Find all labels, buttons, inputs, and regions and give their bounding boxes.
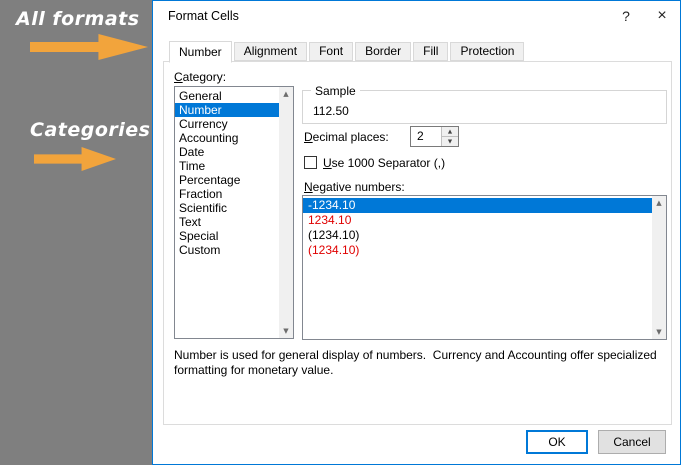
number-tab-page: Category: General Number Currency Accoun… bbox=[163, 61, 672, 425]
annotation-panel: All formats Categories bbox=[0, 0, 152, 465]
ok-button[interactable]: OK bbox=[526, 430, 588, 454]
tab-fill[interactable]: Fill bbox=[413, 42, 449, 61]
category-option-general[interactable]: General bbox=[175, 89, 279, 103]
category-option-currency[interactable]: Currency bbox=[175, 117, 279, 131]
use-1000-separator-label[interactable]: Use 1000 Separator (,) bbox=[323, 156, 445, 170]
titlebar[interactable]: Format Cells ? × bbox=[153, 1, 680, 31]
negative-numbers-listbox[interactable]: -1234.10 1234.10 (1234.10) (1234.10) ▲ ▼ bbox=[302, 195, 667, 340]
category-option-time[interactable]: Time bbox=[175, 159, 279, 173]
negative-scrollbar[interactable]: ▲ ▼ bbox=[652, 196, 666, 339]
spin-up-icon[interactable]: ▲ bbox=[442, 127, 458, 137]
negative-numbers-label: Negative numbers: bbox=[304, 180, 405, 194]
negative-option-2[interactable]: (1234.10) bbox=[303, 228, 652, 243]
spinner-buttons: ▲ ▼ bbox=[441, 127, 458, 146]
category-option-fraction[interactable]: Fraction bbox=[175, 187, 279, 201]
negative-option-1[interactable]: 1234.10 bbox=[303, 213, 652, 228]
category-option-accounting[interactable]: Accounting bbox=[175, 131, 279, 145]
annotation-categories: Categories bbox=[30, 119, 151, 141]
arrow-to-tabs-icon bbox=[30, 34, 148, 60]
scroll-down-icon[interactable]: ▼ bbox=[652, 325, 666, 339]
scroll-up-icon[interactable]: ▲ bbox=[279, 87, 293, 101]
category-option-scientific[interactable]: Scientific bbox=[175, 201, 279, 215]
spin-down-icon[interactable]: ▼ bbox=[442, 137, 458, 146]
tab-font[interactable]: Font bbox=[309, 42, 354, 61]
tab-number[interactable]: Number bbox=[169, 41, 232, 63]
category-listbox[interactable]: General Number Currency Accounting Date … bbox=[174, 86, 294, 339]
decimal-places-value[interactable]: 2 bbox=[417, 129, 424, 143]
category-option-number[interactable]: Number bbox=[175, 103, 279, 117]
category-options: General Number Currency Accounting Date … bbox=[175, 89, 279, 257]
sample-value: 112.50 bbox=[313, 104, 349, 118]
category-label: Category: bbox=[174, 70, 227, 84]
scroll-down-icon[interactable]: ▼ bbox=[279, 324, 293, 338]
category-option-percentage[interactable]: Percentage bbox=[175, 173, 279, 187]
sample-groupbox: Sample 112.50 bbox=[302, 84, 667, 124]
format-description: Number is used for general display of nu… bbox=[174, 348, 661, 377]
arrow-to-category-list-icon bbox=[34, 147, 116, 171]
use-1000-separator-checkbox[interactable] bbox=[304, 156, 317, 169]
tab-protection[interactable]: Protection bbox=[450, 42, 525, 61]
category-option-text[interactable]: Text bbox=[175, 215, 279, 229]
cancel-button[interactable]: Cancel bbox=[598, 430, 666, 454]
dialog-title: Format Cells bbox=[168, 9, 239, 23]
decimal-places-label: Decimal places: bbox=[304, 130, 389, 144]
screenshot-root: All formats Categories Format Cells ? × … bbox=[0, 0, 681, 465]
negative-option-3[interactable]: (1234.10) bbox=[303, 243, 652, 258]
category-option-custom[interactable]: Custom bbox=[175, 243, 279, 257]
scroll-up-icon[interactable]: ▲ bbox=[652, 196, 666, 210]
negative-option-0[interactable]: -1234.10 bbox=[303, 198, 652, 213]
negative-numbers-options: -1234.10 1234.10 (1234.10) (1234.10) bbox=[303, 198, 652, 258]
tab-border[interactable]: Border bbox=[355, 42, 412, 61]
tab-alignment[interactable]: Alignment bbox=[233, 42, 308, 61]
help-button[interactable]: ? bbox=[608, 1, 644, 31]
close-button[interactable]: × bbox=[644, 1, 680, 31]
sample-label: Sample bbox=[311, 84, 360, 98]
category-scrollbar[interactable]: ▲ ▼ bbox=[279, 87, 293, 338]
format-cells-dialog: Format Cells ? × Number Alignment Font B… bbox=[152, 0, 681, 465]
tabstrip: Number Alignment Font Border Fill Protec… bbox=[169, 40, 526, 63]
category-option-date[interactable]: Date bbox=[175, 145, 279, 159]
dialog-buttons: OK Cancel bbox=[526, 430, 666, 454]
category-option-special[interactable]: Special bbox=[175, 229, 279, 243]
decimal-places-spinner[interactable]: 2 ▲ ▼ bbox=[410, 126, 459, 147]
annotation-all-formats: All formats bbox=[16, 8, 140, 30]
